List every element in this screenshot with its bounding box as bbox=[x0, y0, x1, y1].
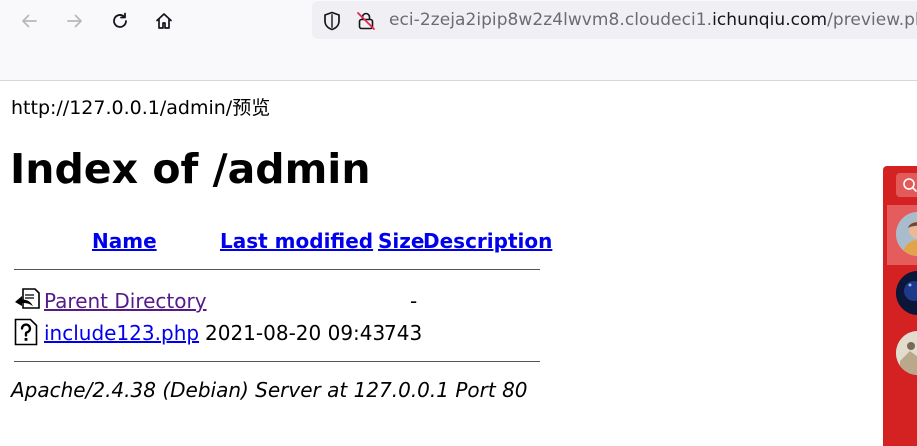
browser-toolbar: eci-2zeja2ipip8w2z4lwvm8.cloudeci1.ichun… bbox=[0, 0, 917, 81]
page-title: Index of /admin bbox=[10, 145, 371, 193]
back-folder-icon bbox=[15, 288, 40, 309]
file-link[interactable]: include123.php bbox=[44, 321, 199, 345]
column-header-description[interactable]: Description bbox=[423, 229, 552, 253]
back-arrow-icon bbox=[22, 14, 37, 28]
url-path: /preview.php bbox=[827, 10, 917, 30]
avatar-photo bbox=[896, 331, 917, 375]
preview-url-line: http://127.0.0.1/admin/预览 bbox=[11, 97, 271, 119]
url-domain: ichunqiu.com bbox=[712, 10, 828, 30]
avatar-photo bbox=[896, 271, 917, 315]
column-header-size[interactable]: Size bbox=[378, 229, 424, 253]
column-header-last-modified[interactable]: Last modified bbox=[220, 229, 373, 253]
page-content: http://127.0.0.1/admin/预览 Index of /admi… bbox=[0, 81, 917, 438]
side-chat-widget[interactable] bbox=[883, 166, 917, 446]
home-icon bbox=[156, 13, 172, 29]
url-text[interactable]: eci-2zeja2ipip8w2z4lwvm8.cloudeci1.ichun… bbox=[389, 10, 917, 30]
footer-divider bbox=[14, 361, 540, 362]
reload-button[interactable] bbox=[105, 7, 135, 35]
parent-directory-size: - bbox=[410, 289, 418, 313]
reload-icon bbox=[113, 12, 127, 28]
column-header-name[interactable]: Name bbox=[92, 229, 157, 253]
header-divider bbox=[14, 269, 540, 270]
file-last-modified: 2021-08-20 09:43 bbox=[205, 321, 386, 345]
server-signature: Apache/2.4.38 (Debian) Server at 127.0.0… bbox=[11, 378, 528, 402]
address-bar[interactable]: eci-2zeja2ipip8w2z4lwvm8.cloudeci1.ichun… bbox=[312, 1, 917, 39]
forward-arrow-icon bbox=[67, 14, 82, 28]
unknown-file-icon bbox=[14, 318, 38, 346]
shield-icon[interactable] bbox=[321, 10, 343, 32]
widget-search-button[interactable] bbox=[896, 173, 917, 197]
url-subdomain: eci-2zeja2ipip8w2z4lwvm8.cloudeci1. bbox=[389, 10, 713, 30]
forward-button[interactable] bbox=[60, 7, 90, 35]
back-button[interactable] bbox=[14, 7, 44, 35]
search-icon bbox=[903, 178, 917, 192]
insecure-lock-icon[interactable] bbox=[355, 10, 377, 32]
parent-directory-link[interactable]: Parent Directory bbox=[44, 289, 207, 313]
avatar[interactable] bbox=[896, 331, 917, 375]
home-button[interactable] bbox=[149, 7, 179, 35]
file-size: 743 bbox=[384, 321, 423, 345]
avatar[interactable] bbox=[896, 271, 917, 315]
